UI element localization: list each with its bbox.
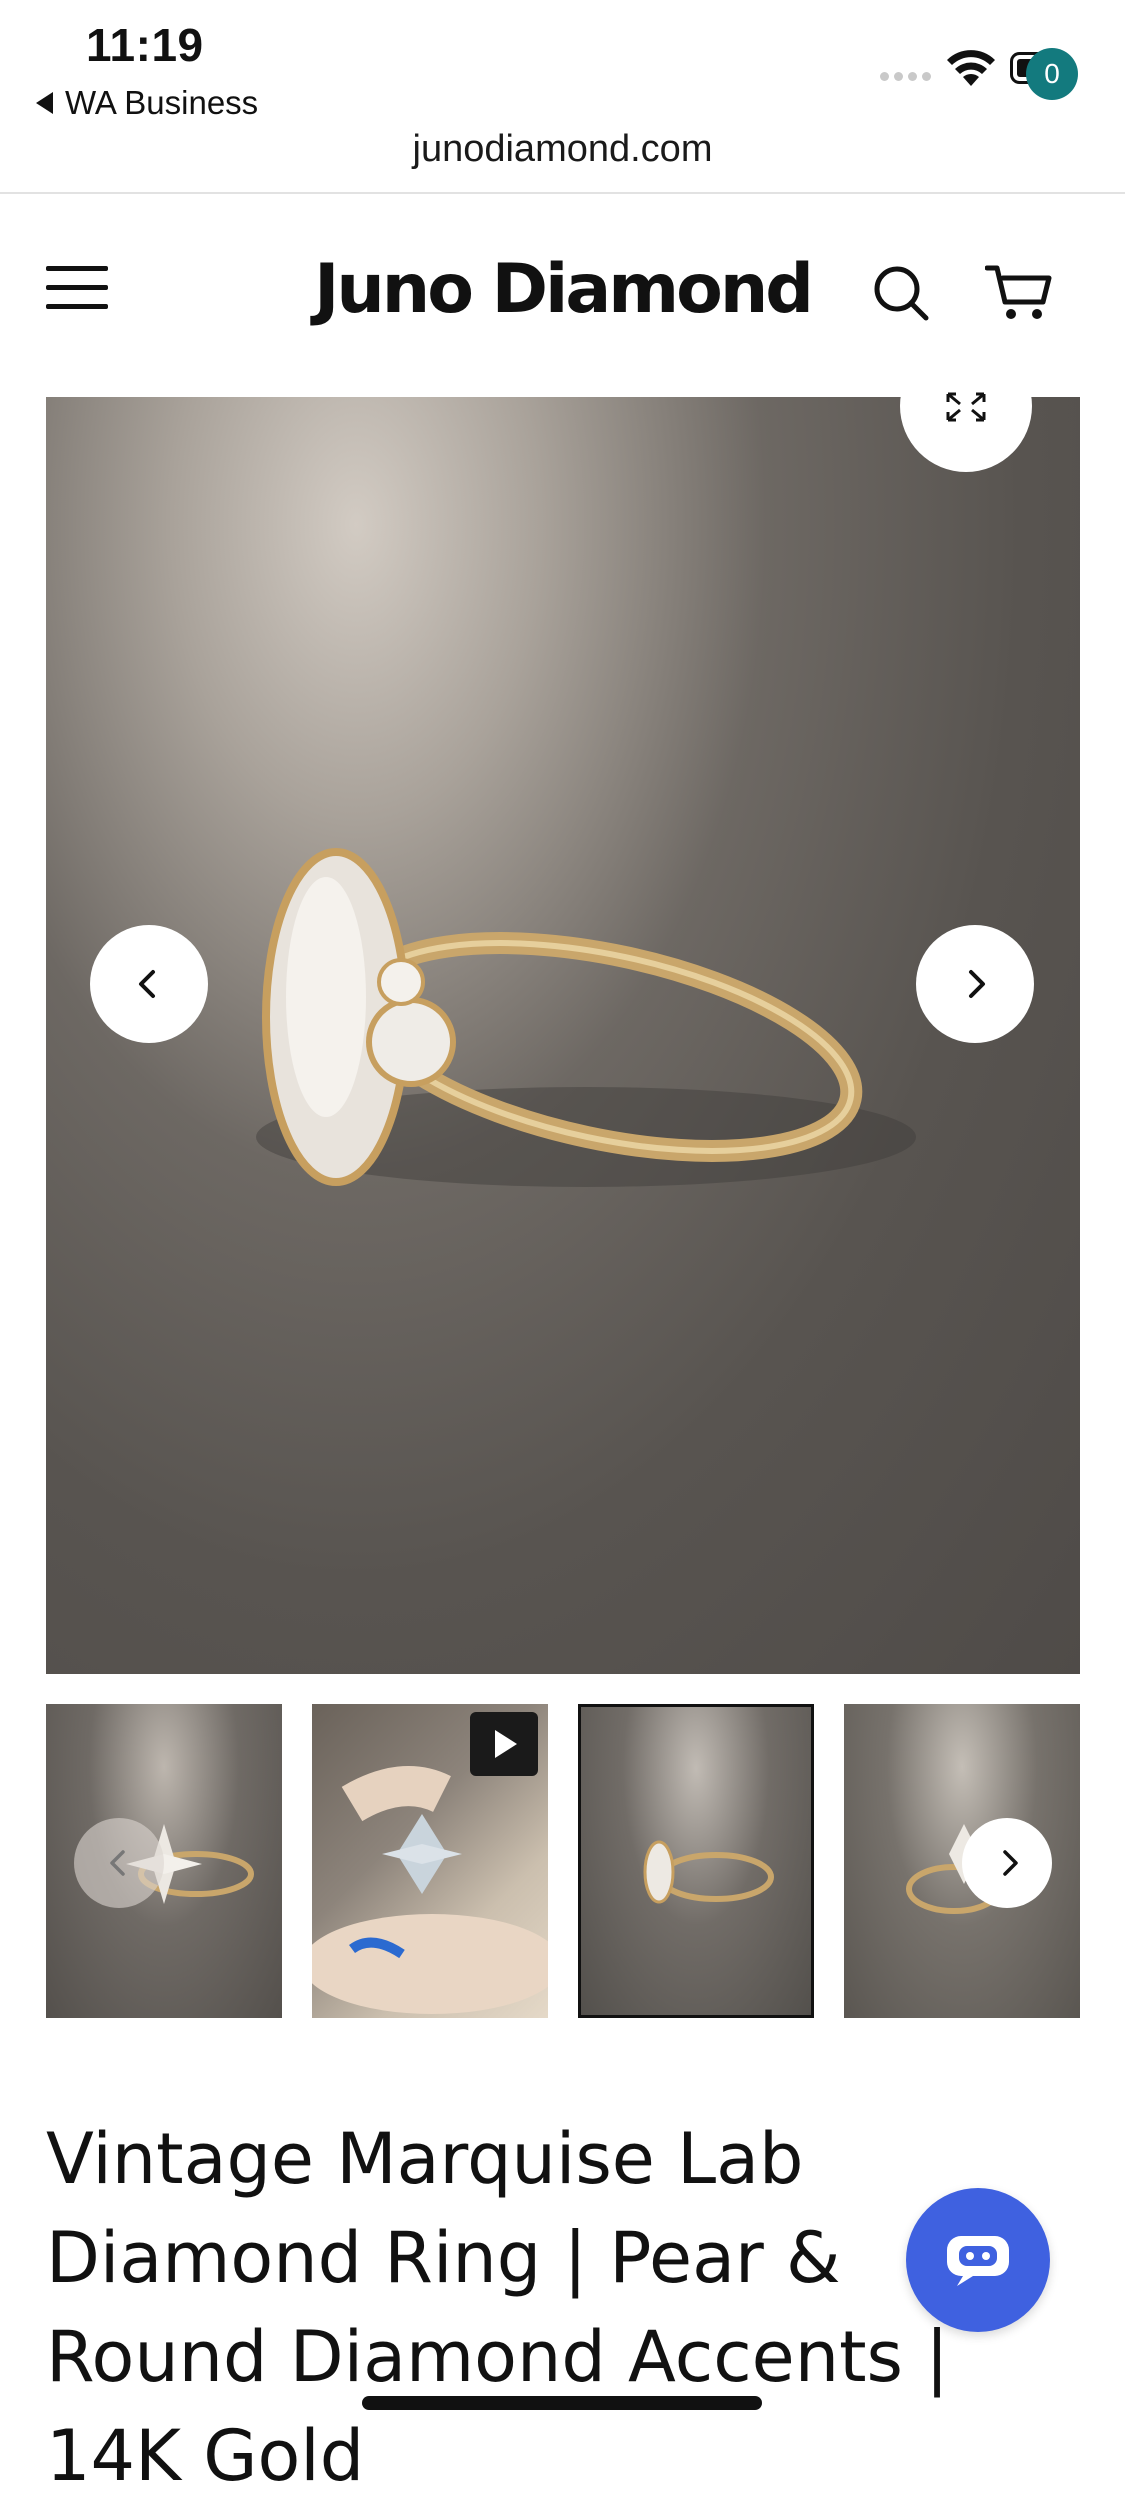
product-main-image[interactable] (46, 397, 1080, 1674)
back-to-app-link[interactable]: WA Business (36, 84, 258, 122)
expand-icon (946, 392, 986, 422)
cart-icon[interactable] (985, 262, 1055, 322)
thumbnail-ring-side-view (643, 1840, 774, 1904)
play-video-icon[interactable] (470, 1712, 538, 1776)
status-bar: 11:19 WA Business junodiamond.com (0, 0, 1125, 170)
chevron-right-icon (969, 970, 985, 998)
chevron-right-icon (1003, 1850, 1018, 1876)
status-time: 11:19 (86, 19, 204, 71)
gallery-prev-button[interactable] (90, 925, 208, 1043)
cellular-signal-icon (880, 72, 931, 81)
cart-count-badge[interactable]: 0 (1026, 48, 1078, 100)
search-icon[interactable] (870, 262, 932, 324)
chat-bot-icon (947, 2236, 1009, 2286)
thumbnails-prev-button[interactable] (74, 1818, 164, 1908)
chat-button[interactable] (906, 2188, 1050, 2332)
ring-photo-illustration (256, 848, 916, 1187)
wifi-icon (947, 50, 995, 86)
menu-icon[interactable] (46, 266, 108, 314)
site-logo[interactable]: Juno Diamond (310, 250, 815, 329)
thumbnail-3-selected[interactable] (578, 1704, 814, 2018)
browser-url[interactable]: junodiamond.com (0, 128, 1125, 171)
home-indicator[interactable] (362, 2396, 762, 2410)
fullscreen-button[interactable] (900, 340, 1032, 472)
chevron-left-icon (139, 970, 155, 998)
back-app-label: WA Business (65, 84, 259, 121)
gallery-next-button[interactable] (916, 925, 1034, 1043)
product-title: Vintage Marquise Lab Diamond Ring | Pear… (46, 2118, 949, 2497)
chevron-left-icon (110, 1850, 125, 1876)
back-triangle-icon (36, 92, 53, 114)
thumbnails-next-button[interactable] (962, 1818, 1052, 1908)
